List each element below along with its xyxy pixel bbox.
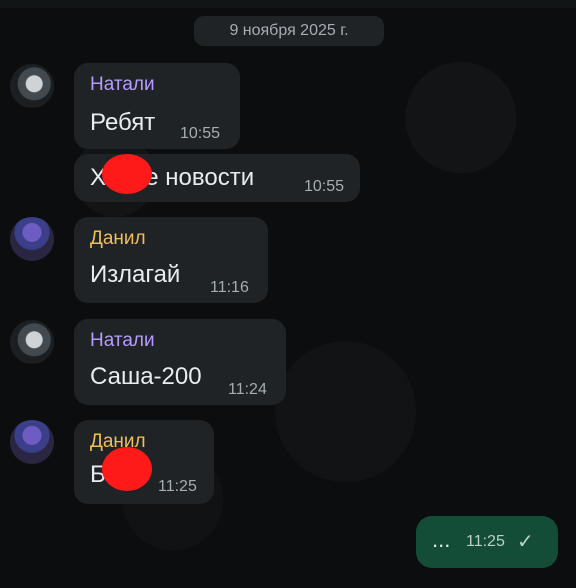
- message-text: Саша-200: [90, 363, 202, 390]
- read-check-icon: ✓: [517, 531, 534, 553]
- message-time: 10:55: [304, 178, 345, 195]
- avatar-danil[interactable]: [10, 420, 54, 464]
- date-separator: 9 ноября 2025 г.: [194, 16, 384, 46]
- message-time: 11:25: [158, 478, 197, 495]
- message-time: 10:55: [180, 125, 221, 142]
- message-text: Ребят: [90, 109, 156, 136]
- message-time: 11:16: [210, 279, 249, 296]
- message-text: Излагай: [90, 261, 181, 288]
- sender-name: Данил: [90, 228, 146, 249]
- outgoing-message-bubble[interactable]: ... 11:25 ✓: [416, 516, 558, 568]
- avatar-natali[interactable]: [10, 64, 54, 108]
- redaction-mark: [102, 447, 152, 491]
- redaction-mark: [102, 154, 152, 194]
- message-bubble-1[interactable]: Натали Ребят 10:55: [74, 63, 240, 149]
- message-time: 11:24: [228, 381, 267, 398]
- avatar-danil[interactable]: [10, 217, 54, 261]
- sender-name: Натали: [90, 74, 155, 95]
- message-bubble-4[interactable]: Натали Саша-200 11:24: [74, 319, 286, 405]
- message-bubble-3[interactable]: Данил Излагай 11:16: [74, 217, 268, 303]
- avatar-natali[interactable]: [10, 320, 54, 364]
- top-bar-edge: [0, 0, 576, 8]
- sender-name: Натали: [90, 330, 155, 351]
- outgoing-message-time: 11:25: [466, 533, 505, 550]
- outgoing-message-text: ...: [432, 527, 451, 552]
